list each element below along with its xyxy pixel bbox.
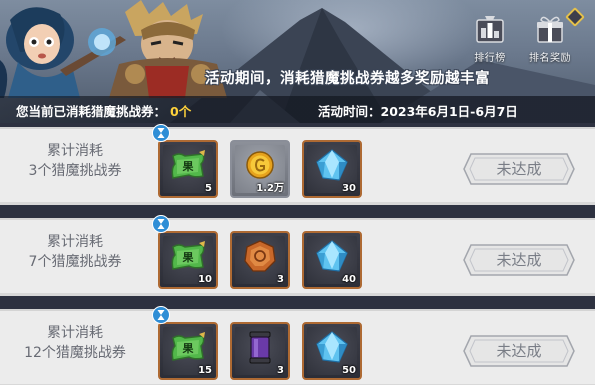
milestone-title: 累计消耗 7个猎魔挑战券	[0, 232, 150, 272]
reward-quantity: 1.2万	[256, 183, 284, 194]
reward-item[interactable]: 30	[302, 140, 362, 198]
blue-crystal-icon	[316, 331, 348, 363]
milestone-title-line2: 12个猎魔挑战券	[24, 345, 126, 361]
reward-item[interactable]: 果 10	[158, 231, 218, 289]
purple-potion-jar-icon	[249, 331, 271, 364]
reward-quantity: 3	[277, 274, 284, 285]
reward-quantity: 30	[342, 183, 356, 194]
milestone-row-3: 累计消耗 12个猎魔挑战券 果 15 3 50 未达成	[0, 306, 595, 385]
consumed-count: 您当前已消耗猎魔挑战券： 0个	[16, 101, 191, 120]
claim-status-button[interactable]: 未达成	[463, 335, 575, 367]
event-period: 活动时间：2023年6月1日-6月7日	[318, 104, 518, 119]
reward-quantity: 15	[198, 365, 212, 376]
fruit-ticket-icon: 果	[171, 150, 205, 179]
milestone-title-line1: 累计消耗	[47, 234, 103, 250]
reward-quantity: 50	[342, 365, 356, 376]
hourglass-icon	[152, 306, 170, 324]
ranking-reward-label: 排名奖励	[529, 53, 571, 64]
svg-text:果: 果	[182, 160, 194, 173]
gift-icon	[537, 16, 563, 43]
gold-coin-icon	[246, 151, 274, 179]
reward-item[interactable]: 50	[302, 322, 362, 380]
milestone-title: 累计消耗 12个猎魔挑战券	[0, 323, 150, 363]
milestone-title-line1: 累计消耗	[47, 143, 103, 159]
leaderboard-label: 排行榜	[474, 53, 506, 64]
milestone-row-2: 累计消耗 7个猎魔挑战券 果 10 3 40 未达成	[0, 215, 595, 296]
blue-crystal-icon	[316, 240, 348, 272]
blue-crystal-icon	[316, 149, 348, 181]
claim-status-label: 未达成	[496, 160, 542, 178]
reward-quantity: 40	[342, 274, 356, 285]
reward-item[interactable]: 果5	[158, 140, 218, 198]
promo-text: 活动期间，消耗猎魔挑战券越多奖励越丰富	[205, 71, 490, 87]
consumed-label: 您当前已消耗猎魔挑战券：	[16, 104, 167, 119]
reward-item[interactable]: 3	[230, 231, 290, 289]
hourglass-icon	[152, 124, 170, 142]
fruit-ticket-icon: 果	[171, 332, 205, 361]
reward-quantity: 10	[198, 274, 212, 285]
ranking-reward-button[interactable]: 排名奖励	[522, 7, 585, 64]
claim-status-button[interactable]: 未达成	[463, 153, 575, 185]
leaderboard-icon	[476, 16, 504, 43]
event-banner: 排行榜 排名奖励 活动期间，消耗猎魔挑战券越多奖励越丰富 您当前已消耗猎魔挑战券…	[0, 0, 595, 123]
reward-item[interactable]: 1.2万	[230, 140, 290, 198]
milestone-title-line2: 7个猎魔挑战券	[28, 254, 122, 270]
fruit-ticket-icon: 果	[171, 241, 205, 270]
bronze-emblem-icon	[244, 240, 276, 272]
reward-item[interactable]: 果 15	[158, 322, 218, 380]
leaderboard-button[interactable]: 排行榜	[462, 14, 518, 64]
svg-text:果: 果	[182, 251, 194, 264]
reward-quantity: 3	[277, 365, 284, 376]
milestone-title-line1: 累计消耗	[47, 325, 103, 341]
hourglass-icon	[152, 215, 170, 233]
reward-item[interactable]: 40	[302, 231, 362, 289]
reward-quantity: 5	[205, 183, 212, 194]
milestone-title-line2: 3个猎魔挑战券	[28, 163, 122, 179]
consumed-value: 0个	[170, 104, 192, 119]
milestone-title: 累计消耗 3个猎魔挑战券	[0, 141, 150, 181]
claim-status-label: 未达成	[496, 342, 542, 360]
milestone-row-1: 累计消耗 3个猎魔挑战券 果5 1.2万 30 未达成	[0, 124, 595, 205]
claim-status-label: 未达成	[496, 251, 542, 269]
reward-item[interactable]: 3	[230, 322, 290, 380]
claim-status-button[interactable]: 未达成	[463, 244, 575, 276]
svg-text:果: 果	[182, 342, 194, 355]
